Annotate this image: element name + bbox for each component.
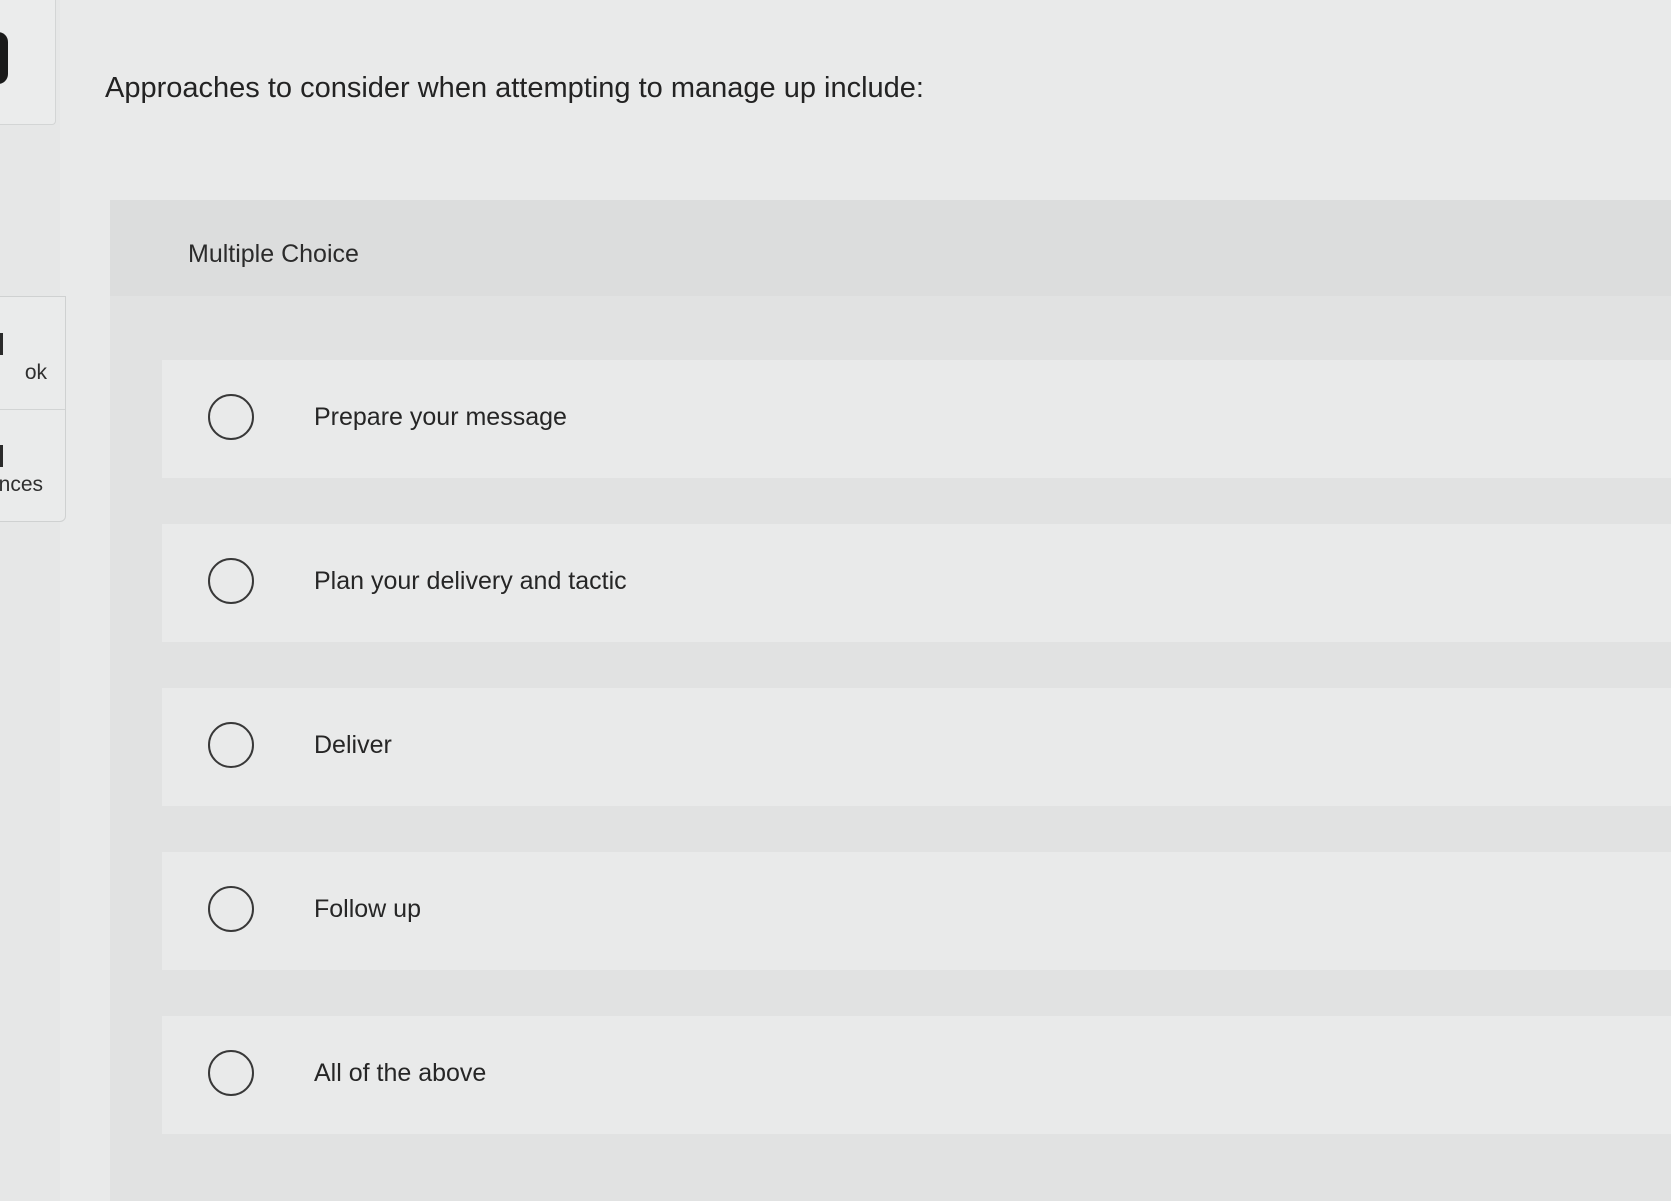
sidebar-indicator-dot [0,32,8,84]
sidebar-item-1[interactable]: ok [25,361,47,385]
answer-option-row[interactable]: Plan your delivery and tactic [162,524,1671,642]
question-type-label: Multiple Choice [188,240,359,268]
sidebar-divider [0,409,65,410]
sidebar-item-marker [0,333,3,355]
answer-option-row[interactable]: Deliver [162,688,1671,806]
sidebar-panel: ok nces [0,296,66,522]
answer-option-row[interactable]: Prepare your message [162,360,1671,478]
question-prompt: Approaches to consider when attempting t… [105,72,924,104]
answer-option-row[interactable]: Follow up [162,852,1671,970]
answer-option-label[interactable]: All of the above [314,1059,486,1088]
answer-option-label[interactable]: Plan your delivery and tactic [314,567,627,596]
sidebar-item-marker [0,445,3,467]
answer-option-row[interactable]: All of the above [162,1016,1671,1134]
sidebar-item-2[interactable]: nces [0,473,43,497]
answer-options-list: Prepare your message Plan your delivery … [162,360,1671,1180]
radio-button[interactable] [208,886,254,932]
radio-button[interactable] [208,1050,254,1096]
left-sidebar: ok nces [0,0,66,1201]
answer-option-label[interactable]: Deliver [314,731,392,760]
multiple-choice-card: Multiple Choice Prepare your message Pla… [110,200,1671,1201]
answer-option-label[interactable]: Follow up [314,895,421,924]
sidebar-top-card[interactable] [0,0,56,125]
radio-button[interactable] [208,394,254,440]
radio-button[interactable] [208,558,254,604]
card-header: Multiple Choice [110,200,1671,296]
radio-button[interactable] [208,722,254,768]
answer-option-label[interactable]: Prepare your message [314,403,567,432]
